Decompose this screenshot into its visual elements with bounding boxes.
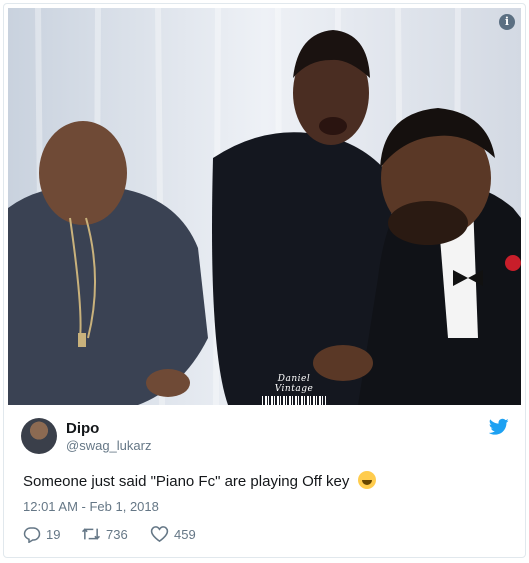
retweet-count: 736 [106,526,128,542]
retweet-button[interactable]: 736 [81,524,128,544]
tweet-timestamp[interactable]: 12:01 AM - Feb 1, 2018 [23,499,159,514]
twitter-bird-icon[interactable] [489,418,509,436]
reply-button[interactable]: 19 [23,524,60,544]
author-handle[interactable]: @swag_lukarz [66,438,151,453]
watermark-barcode [262,396,326,405]
tweet-text-line: Someone just said "Piano Fc" are playing… [23,471,376,490]
tweet-text: Someone just said "Piano Fc" are playing… [23,473,350,490]
like-button[interactable]: 459 [150,524,196,544]
retweet-icon [81,528,101,540]
laughing-emoji-icon [357,471,376,489]
author-name[interactable]: Dipo [66,420,99,437]
photo-illustration [8,8,521,405]
embedded-tweet-card[interactable]: i Daniel Vintage Dipo @swag_lukarz Someo… [3,3,526,558]
reply-icon [23,527,41,543]
tweet-photo[interactable]: i Daniel Vintage [8,8,521,405]
watermark-text: Daniel Vintage [274,374,314,394]
tweet-header: Dipo @swag_lukarz [21,416,511,456]
like-count: 459 [174,526,196,542]
reply-count: 19 [46,526,61,542]
info-icon[interactable]: i [499,14,515,30]
like-icon [150,526,169,543]
photo-watermark: Daniel Vintage [262,374,326,405]
avatar[interactable] [21,418,57,454]
